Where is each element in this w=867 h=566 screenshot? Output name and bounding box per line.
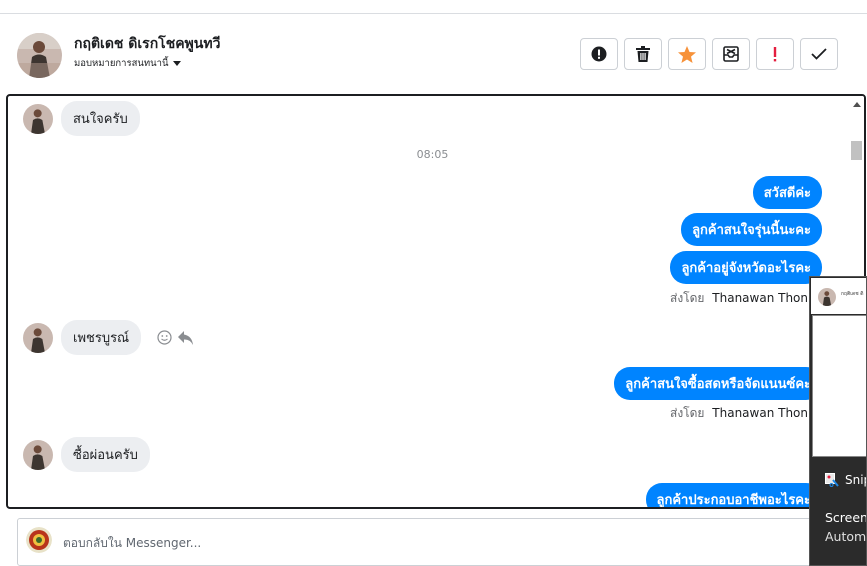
conversation-header: กฤติเดช ดิเรกโชคพูนทวี มอบหมายการสนทนานี… xyxy=(8,14,867,94)
sent-by-label: ส่งโดย Thanawan Thon xyxy=(670,289,808,308)
sent-by-prefix: ส่งโดย xyxy=(670,291,705,305)
reply-icon[interactable] xyxy=(178,330,194,345)
archive-button[interactable] xyxy=(712,38,750,70)
notification-thumbnail: กฤติเดช ดิ xyxy=(811,278,866,314)
alert-icon xyxy=(591,46,607,62)
message-bubble-outgoing[interactable]: ลูกค้าสนใจซื้อสดหรือจัดแนนซ์คะ xyxy=(614,367,822,400)
contact-avatar xyxy=(23,103,53,134)
action-toolbar xyxy=(580,38,838,70)
sent-by-prefix: ส่งโดย xyxy=(670,406,705,420)
notification-app: Snip xyxy=(825,473,866,487)
exclaim-icon xyxy=(773,47,777,62)
mark-spam-button[interactable] xyxy=(580,38,618,70)
message-reactions xyxy=(157,330,194,345)
contact-avatar xyxy=(818,288,836,306)
message-bubble-outgoing[interactable]: ลูกค้าสนใจรุ่นนี้นะคะ xyxy=(681,213,822,246)
assign-conversation-dropdown[interactable]: มอบหมายการสนทนานี้ xyxy=(74,56,181,71)
message-bubble-outgoing[interactable]: ลูกค้าอยู่จังหวัดอะไรคะ xyxy=(670,251,822,284)
snipping-tool-icon xyxy=(825,473,839,487)
top-strip xyxy=(0,0,867,14)
page-avatar xyxy=(26,527,52,553)
contact-avatar xyxy=(23,439,53,470)
reply-composer[interactable]: ตอบกลับใน Messenger... xyxy=(17,518,817,566)
mark-done-button[interactable] xyxy=(800,38,838,70)
message-bubble[interactable]: สนใจครับ xyxy=(61,101,140,136)
message-bubble[interactable]: เพชรบูรณ์ xyxy=(61,320,142,355)
snipping-tool-notification[interactable]: กฤติเดช ดิ Snip Screen Autom xyxy=(809,276,867,566)
message-bubble-outgoing[interactable]: สวัสดีค่ะ xyxy=(752,176,822,209)
star-icon xyxy=(678,45,696,63)
sender-name: Thanawan Thon xyxy=(712,291,808,305)
message-bubble-outgoing[interactable]: ลูกค้าประกอบอาชีพอะไรคะ xyxy=(645,483,822,507)
caret-down-icon xyxy=(172,61,181,66)
trash-icon xyxy=(636,46,650,62)
message-timestamp: 08:05 xyxy=(416,148,449,161)
message-thread[interactable]: สนใจครับ 08:05 สวัสดีค่ะ ลูกค้าสนใจรุ่นน… xyxy=(6,94,866,509)
thumbnail-text: กฤติเดช ดิ xyxy=(841,291,864,297)
check-icon xyxy=(811,48,827,60)
contact-name[interactable]: กฤติเดช ดิเรกโชคพูนทวี xyxy=(74,33,220,55)
sent-by-label: ส่งโดย Thanawan Thon xyxy=(670,404,808,423)
assign-label: มอบหมายการสนทนานี้ xyxy=(74,58,169,69)
incoming-message: เพชรบูรณ์ xyxy=(23,320,194,355)
notification-app-label: Snip xyxy=(845,473,866,487)
screenshot-preview[interactable] xyxy=(812,315,866,457)
delete-button[interactable] xyxy=(624,38,662,70)
notification-title: Screen xyxy=(825,510,867,525)
incoming-message: สนใจครับ xyxy=(23,101,140,136)
message-bubble[interactable]: ซื้อผ่อนครับ xyxy=(61,437,150,472)
reply-input[interactable]: ตอบกลับใน Messenger... xyxy=(63,534,201,553)
notification-body: Autom xyxy=(825,529,867,544)
incoming-message: ซื้อผ่อนครับ xyxy=(23,437,150,472)
archive-icon xyxy=(723,46,739,62)
scroll-up-arrow-icon[interactable] xyxy=(853,102,861,107)
star-button[interactable] xyxy=(668,38,706,70)
mark-important-button[interactable] xyxy=(756,38,794,70)
smiley-icon[interactable] xyxy=(157,330,172,345)
sender-name: Thanawan Thon xyxy=(712,406,808,420)
contact-avatar[interactable] xyxy=(17,33,62,78)
contact-avatar xyxy=(23,322,53,353)
